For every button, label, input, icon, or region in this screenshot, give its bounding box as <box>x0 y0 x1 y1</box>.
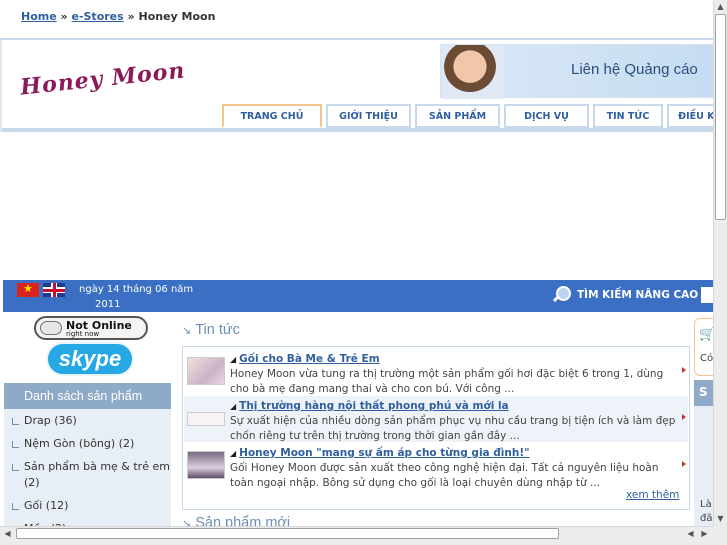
breadcrumb-home-link[interactable]: Home <box>21 10 57 23</box>
vertical-scroll-thumb[interactable] <box>715 14 726 220</box>
news-thumbnail[interactable] <box>187 451 225 479</box>
scroll-right-arrow-icon[interactable]: ▶ <box>698 527 711 540</box>
blank-area <box>2 132 714 280</box>
news-item-description: Honey Moon vừa tung ra thị trường một sả… <box>230 368 664 395</box>
category-item[interactable]: Sản phẩm bà mẹ & trẻ em (2) <box>12 459 171 491</box>
tab-about[interactable]: GIỚI THIỆU <box>326 104 411 128</box>
cart-box[interactable]: 🛒 Có <box>694 318 715 376</box>
date-year: 2011 <box>95 299 121 310</box>
advanced-search-link[interactable]: TÌM KIẾM NÂNG CAO <box>551 285 698 305</box>
chevron-right-icon[interactable] <box>682 461 686 467</box>
bottom-strip <box>0 540 713 545</box>
category-panel: Danh sách sản phẩm Drap (36) Nệm Gòn (bô… <box>4 383 171 545</box>
vertical-scrollbar[interactable]: ▲ ▼ <box>713 0 727 526</box>
scrollbar-corner <box>713 526 727 545</box>
right-text-line: Là <box>700 499 712 510</box>
news-item: Gối cho Bà Me & Trẻ Em Honey Moon vừa tu… <box>184 349 688 395</box>
right-text-line: đã <box>700 513 713 524</box>
breadcrumb-separator: » <box>60 10 68 23</box>
breadcrumb-separator: » <box>127 10 135 23</box>
status-icon <box>40 321 62 335</box>
vietnam-flag-icon[interactable] <box>17 282 39 297</box>
news-thumbnail[interactable] <box>187 412 225 426</box>
current-date: ngày 14 tháng 06 năm 2011 <box>79 282 209 312</box>
more-news-link[interactable]: xem thêm <box>626 489 679 501</box>
tab-news[interactable]: TIN TỨC <box>593 104 663 128</box>
horizontal-scroll-thumb[interactable] <box>16 528 559 539</box>
news-item: Thị trường hàng nội thất phong phú và mớ… <box>184 396 688 442</box>
news-thumbnail[interactable] <box>187 357 225 385</box>
cart-text: Có <box>700 353 714 364</box>
ad-banner[interactable]: Liên hệ Quảng cáo <box>440 44 716 99</box>
category-item[interactable]: Nệm Gòn (bông) (2) <box>12 436 171 452</box>
category-item[interactable]: Drap (36) <box>12 413 171 429</box>
news-item-title[interactable]: Gối cho Bà Me & Trẻ Em <box>230 353 380 365</box>
site-logo[interactable]: Honey Moon <box>19 57 186 100</box>
category-list: Drap (36) Nệm Gòn (bông) (2) Sản phẩm bà… <box>4 409 171 537</box>
scroll-left-arrow-icon[interactable]: ◀ <box>1 527 14 540</box>
skype-status-badge[interactable]: Not Online right now <box>34 316 148 340</box>
magnifier-icon <box>551 285 571 305</box>
category-header: Danh sách sản phẩm <box>4 383 171 409</box>
news-title-text: Tin tức <box>195 322 240 338</box>
date-line: ngày 14 tháng 06 năm <box>79 284 194 295</box>
horizontal-scrollbar[interactable]: ◀ ◀ ▶ <box>0 526 713 540</box>
news-box: Gối cho Bà Me & Trẻ Em Honey Moon vừa tu… <box>182 346 690 510</box>
category-item[interactable]: Gối (12) <box>12 498 171 514</box>
breadcrumb-estores-link[interactable]: e-Stores <box>71 10 123 23</box>
utility-bar: ngày 14 tháng 06 năm 2011 TÌM KIẾM NÂNG … <box>3 280 717 312</box>
tab-home[interactable]: TRANG CHỦ <box>222 104 322 128</box>
news-item-description: Gối Honey Moon được sản xuất theo công n… <box>230 462 659 489</box>
skype-logo[interactable]: skype <box>46 342 134 376</box>
advanced-search-label: TÌM KIẾM NÂNG CAO <box>577 289 699 301</box>
breadcrumb-current: Honey Moon <box>138 10 216 23</box>
chevron-right-icon[interactable] <box>682 367 686 373</box>
ad-person-image <box>443 45 503 99</box>
news-item-description: Sự xuất hiện của nhiều dòng sản phẩm phụ… <box>230 415 676 442</box>
news-section-title: ↘ Tin tức <box>182 322 240 338</box>
main-nav: TRANG CHỦ GIỚI THIỆU SẢN PHẨM DỊCH VỤ TI… <box>222 104 727 130</box>
news-item-title[interactable]: Honey Moon "mang sự ấm áp cho từng gia đ… <box>230 447 529 459</box>
tab-products[interactable]: SẢN PHẨM <box>415 104 500 128</box>
news-item: Honey Moon "mang sự ấm áp cho từng gia đ… <box>184 443 688 489</box>
right-panel-text: Là đã <box>700 498 712 526</box>
breadcrumb: Home » e-Stores » Honey Moon <box>0 0 714 40</box>
tab-services[interactable]: DỊCH VỤ <box>504 104 589 128</box>
scroll-down-arrow-icon[interactable]: ▼ <box>714 512 727 525</box>
right-panel-header: S <box>694 380 714 406</box>
ad-text: Liên hệ Quảng cáo <box>571 61 698 78</box>
status-subtitle: right now <box>66 330 100 338</box>
scroll-left-arrow-icon[interactable]: ◀ <box>684 527 697 540</box>
arrow-icon: ↘ <box>182 325 192 337</box>
chevron-right-icon[interactable] <box>682 414 686 420</box>
news-item-title[interactable]: Thị trường hàng nội thất phong phú và mớ… <box>230 400 508 412</box>
uk-flag-icon[interactable] <box>43 283 65 297</box>
scroll-up-arrow-icon[interactable]: ▲ <box>714 0 727 13</box>
site-header: Honey Moon Liên hệ Quảng cáo TRANG CHỦ G… <box>0 40 727 132</box>
